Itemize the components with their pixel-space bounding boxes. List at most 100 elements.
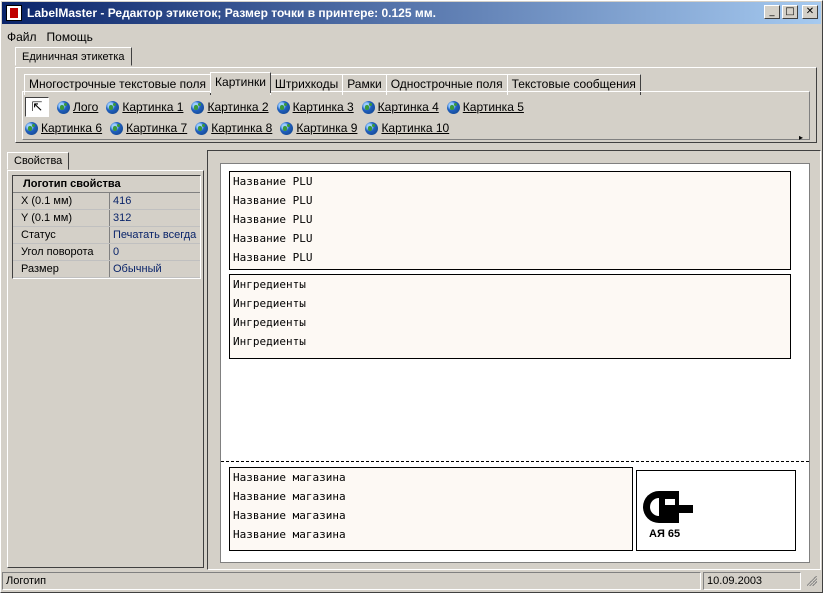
- logo-element[interactable]: АЯ 65: [636, 470, 796, 551]
- logo-picture-button[interactable]: Лого: [57, 98, 98, 116]
- app-icon: [6, 5, 22, 21]
- ingredients-line: Ингредиенты: [233, 316, 306, 329]
- window-controls: _ □ ✕: [764, 5, 818, 19]
- logo-code-text: АЯ 65: [649, 528, 680, 540]
- picture-label: Картинка 8: [211, 121, 273, 135]
- globe-icon: [280, 121, 294, 135]
- picture-label: Картинка 5: [462, 100, 524, 114]
- property-value[interactable]: 312: [110, 210, 134, 226]
- picture-5-button[interactable]: Картинка 5: [446, 98, 524, 116]
- minimize-button[interactable]: _: [764, 5, 780, 19]
- globe-icon: [110, 121, 124, 135]
- label-cut-line: [221, 461, 809, 462]
- label-canvas[interactable]: Название PLU Название PLU Название PLU Н…: [220, 163, 810, 563]
- property-row[interactable]: X (0.1 мм) 416: [13, 193, 200, 210]
- ingredients-line: Ингредиенты: [233, 278, 306, 291]
- plu-line: Название PLU: [233, 175, 313, 188]
- ingredients-line: Ингредиенты: [233, 297, 306, 310]
- store-line: Название магазина: [233, 509, 346, 522]
- title-bar: LabelMaster - Редактор этикеток; Размер …: [2, 2, 821, 24]
- tab-single-label[interactable]: Единичная этикетка: [15, 47, 132, 66]
- picture-label: Картинка 4: [377, 100, 439, 114]
- property-row[interactable]: Угол поворота 0: [13, 244, 200, 261]
- globe-icon: [365, 121, 379, 135]
- properties-frame: Логотип свойства X (0.1 мм) 416 Y (0.1 мм…: [7, 170, 204, 568]
- status-bar: Логотип 10.09.2003: [2, 572, 822, 591]
- property-key: Угол поворота: [13, 244, 110, 260]
- ingredients-line: Ингредиенты: [233, 335, 306, 348]
- property-row[interactable]: Размер Обычный: [13, 261, 200, 278]
- picture-label: Лого: [73, 100, 99, 114]
- picture-1-button[interactable]: Картинка 1: [106, 98, 183, 116]
- property-value[interactable]: 416: [110, 193, 134, 209]
- globe-icon: [25, 121, 38, 135]
- store-name-field[interactable]: Название магазина Название магазина Назв…: [229, 467, 633, 551]
- plu-line: Название PLU: [233, 251, 313, 264]
- globe-icon: [195, 121, 209, 135]
- picture-9-button[interactable]: Картинка 9: [280, 119, 357, 137]
- tab-pictures[interactable]: Картинки: [210, 72, 271, 93]
- pictures-row: ⇱ Лого Картинка 1 Картинка 2 Картинка 3 …: [25, 97, 532, 117]
- toolbox-panel: Многострочные текстовые поля Картинки Шт…: [15, 67, 817, 143]
- resize-grip-icon[interactable]: [803, 572, 819, 588]
- plu-line: Название PLU: [233, 232, 313, 245]
- close-button[interactable]: ✕: [802, 5, 818, 19]
- property-grid-heading: Логотип свойства: [13, 176, 200, 193]
- picture-label: Картинка 9: [296, 121, 358, 135]
- window-title: LabelMaster - Редактор этикеток; Размер …: [27, 6, 436, 20]
- globe-icon: [446, 100, 460, 114]
- ingredients-field[interactable]: Ингредиенты Ингредиенты Ингредиенты Ингр…: [229, 274, 791, 359]
- app-window: LabelMaster - Редактор этикеток; Размер …: [0, 0, 823, 593]
- property-key: Статус: [13, 227, 110, 243]
- certification-logo-icon: АЯ 65: [643, 491, 693, 540]
- maximize-button[interactable]: □: [782, 5, 798, 19]
- property-key: X (0.1 мм): [13, 193, 110, 209]
- label-canvas-frame: Название PLU Название PLU Название PLU Н…: [207, 150, 821, 570]
- status-text: Логотип: [2, 572, 701, 590]
- globe-icon: [361, 100, 375, 114]
- plu-line: Название PLU: [233, 194, 313, 207]
- picture-8-button[interactable]: Картинка 8: [195, 119, 272, 137]
- property-value[interactable]: Обычный: [110, 261, 165, 277]
- scroll-right-icon[interactable]: ▸: [799, 133, 803, 142]
- picture-label: Картинка 1: [122, 100, 184, 114]
- picture-7-button[interactable]: Картинка 7: [110, 119, 187, 137]
- property-row[interactable]: Y (0.1 мм) 312: [13, 210, 200, 227]
- picture-label: Картинка 10: [381, 121, 450, 135]
- menu-file[interactable]: Файл: [2, 28, 42, 46]
- outer-tabs: Единичная этикетка: [15, 47, 132, 66]
- picture-label: Картинка 6: [41, 121, 103, 135]
- picture-3-button[interactable]: Картинка 3: [276, 98, 354, 116]
- logo-icon: [57, 100, 70, 114]
- store-line: Название магазина: [233, 471, 346, 484]
- tab-properties[interactable]: Свойства: [7, 152, 70, 170]
- properties-panel: Свойства Логотип свойства X (0.1 мм) 416 …: [3, 150, 204, 570]
- store-line: Название магазина: [233, 528, 346, 541]
- menu-help[interactable]: Помощь: [42, 28, 98, 46]
- pictures-row: Картинка 6 Картинка 7 Картинка 8 Картинк…: [25, 119, 457, 137]
- status-date: 10.09.2003: [703, 572, 801, 590]
- property-row[interactable]: Статус Печатать всегда: [13, 227, 200, 244]
- plu-line: Название PLU: [233, 213, 313, 226]
- globe-icon: [191, 100, 205, 114]
- plu-name-field[interactable]: Название PLU Название PLU Название PLU Н…: [229, 171, 791, 270]
- property-key: Y (0.1 мм): [13, 210, 110, 226]
- picture-10-button[interactable]: Картинка 10: [365, 119, 449, 137]
- property-value[interactable]: 0: [110, 244, 122, 260]
- property-grid: Логотип свойства X (0.1 мм) 416 Y (0.1 мм…: [12, 175, 201, 279]
- menu-bar: Файл Помощь: [2, 28, 98, 46]
- globe-icon: [276, 100, 290, 114]
- picture-label: Картинка 7: [126, 121, 188, 135]
- picture-6-button[interactable]: Картинка 6: [25, 119, 102, 137]
- cursor-arrow-icon: ⇱: [31, 99, 43, 115]
- picture-label: Картинка 3: [292, 100, 354, 114]
- store-line: Название магазина: [233, 490, 346, 503]
- globe-icon: [106, 100, 120, 114]
- picture-4-button[interactable]: Картинка 4: [361, 98, 439, 116]
- pointer-tool-button[interactable]: ⇱: [25, 97, 49, 117]
- picture-2-button[interactable]: Картинка 2: [191, 98, 269, 116]
- property-value[interactable]: Печатать всегда: [110, 227, 199, 243]
- picture-label: Картинка 2: [207, 100, 269, 114]
- property-key: Размер: [13, 261, 110, 277]
- pictures-panel: ⇱ Лого Картинка 1 Картинка 2 Картинка 3 …: [22, 91, 810, 142]
